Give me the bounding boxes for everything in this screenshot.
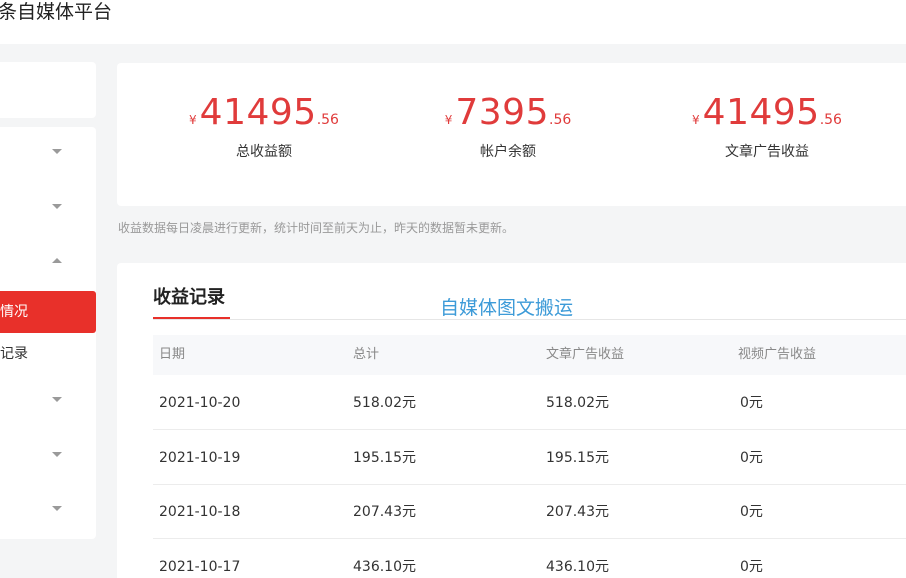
currency-symbol: ¥: [692, 113, 700, 127]
sidebar-item-2[interactable]: [0, 187, 96, 229]
amount-decimal: .56: [549, 112, 572, 128]
table-row: 2021-10-17 436.10元 436.10元 0元: [153, 540, 906, 578]
stat-total-earnings: ¥41495.56 总收益额: [144, 93, 384, 161]
cell-article-ads: 195.15元: [546, 450, 609, 466]
amount-decimal: .56: [316, 112, 339, 128]
cell-date: 2021-10-18: [159, 504, 241, 520]
chevron-down-icon: [52, 149, 62, 154]
chevron-down-icon: [52, 204, 62, 209]
cell-total: 436.10元: [353, 559, 416, 575]
column-header-date: 日期: [159, 347, 186, 362]
cell-article-ads: 518.02元: [546, 395, 609, 411]
cell-video-ads: 0元: [740, 504, 763, 520]
cell-video-ads: 0元: [740, 395, 763, 411]
sidebar-item-active[interactable]: 情况: [0, 291, 96, 333]
earnings-records-card: 收益记录 自媒体图文搬运 日期 总计 文章广告收益 视频广告收益 2021-10…: [117, 263, 906, 578]
cell-video-ads: 0元: [740, 450, 763, 466]
stat-amount: ¥41495.56: [144, 93, 384, 133]
sidebar-subitem-records[interactable]: 记录: [0, 333, 96, 375]
earnings-summary-card: ¥41495.56 总收益额 ¥7395.56 帐户余额 ¥41495.56 文…: [117, 63, 906, 206]
active-tab-underline: [153, 317, 230, 319]
top-bar: 条自媒体平台: [0, 0, 906, 44]
table-row: 2021-10-18 207.43元 207.43元 0元: [153, 485, 906, 539]
stat-article-ad-earnings: ¥41495.56 文章广告收益: [647, 93, 887, 161]
currency-symbol: ¥: [189, 113, 197, 127]
amount-integer: 7395: [455, 92, 549, 133]
column-header-total: 总计: [353, 347, 380, 362]
chevron-down-icon: [52, 452, 62, 457]
sidebar-header-panel: [0, 62, 96, 118]
sidebar-item-6[interactable]: [0, 489, 96, 531]
sidebar-menu: 情况 记录: [0, 127, 96, 539]
table-row: 2021-10-20 518.02元 518.02元 0元: [153, 376, 906, 430]
chevron-down-icon: [52, 506, 62, 511]
cell-date: 2021-10-20: [159, 395, 241, 411]
app-title: 条自媒体平台: [0, 1, 113, 23]
column-header-article-ads: 文章广告收益: [546, 347, 625, 362]
stat-label: 文章广告收益: [725, 144, 809, 160]
cell-article-ads: 207.43元: [546, 504, 609, 520]
cell-total: 195.15元: [353, 450, 416, 466]
update-note: 收益数据每日凌晨进行更新，统计时间至前天为止，昨天的数据暂未更新。: [118, 221, 515, 235]
cell-total: 518.02元: [353, 395, 416, 411]
records-tab-title[interactable]: 收益记录: [153, 283, 225, 309]
sidebar-item-3[interactable]: [0, 243, 96, 285]
stat-label: 总收益额: [236, 144, 292, 160]
column-header-video-ads: 视频广告收益: [738, 347, 817, 362]
stat-amount: ¥7395.56: [388, 93, 628, 133]
cell-date: 2021-10-19: [159, 450, 241, 466]
cell-video-ads: 0元: [740, 559, 763, 575]
stat-label: 帐户余额: [480, 144, 536, 160]
amount-integer: 41495: [199, 92, 317, 133]
sidebar-item-1[interactable]: [0, 132, 96, 174]
table-header: 日期 总计 文章广告收益 视频广告收益: [153, 335, 906, 375]
cell-total: 207.43元: [353, 504, 416, 520]
amount-decimal: .56: [819, 112, 842, 128]
cell-date: 2021-10-17: [159, 559, 241, 575]
watermark-text: 自媒体图文搬运: [440, 297, 574, 319]
chevron-down-icon: [52, 397, 62, 402]
chevron-up-icon: [52, 258, 62, 263]
table-row: 2021-10-19 195.15元 195.15元 0元: [153, 431, 906, 485]
sidebar-item-5[interactable]: [0, 435, 96, 477]
amount-integer: 41495: [702, 92, 820, 133]
currency-symbol: ¥: [444, 113, 453, 127]
cell-article-ads: 436.10元: [546, 559, 609, 575]
stat-amount: ¥41495.56: [647, 93, 887, 133]
stat-account-balance: ¥7395.56 帐户余额: [388, 93, 628, 161]
sidebar-item-4[interactable]: [0, 380, 96, 422]
